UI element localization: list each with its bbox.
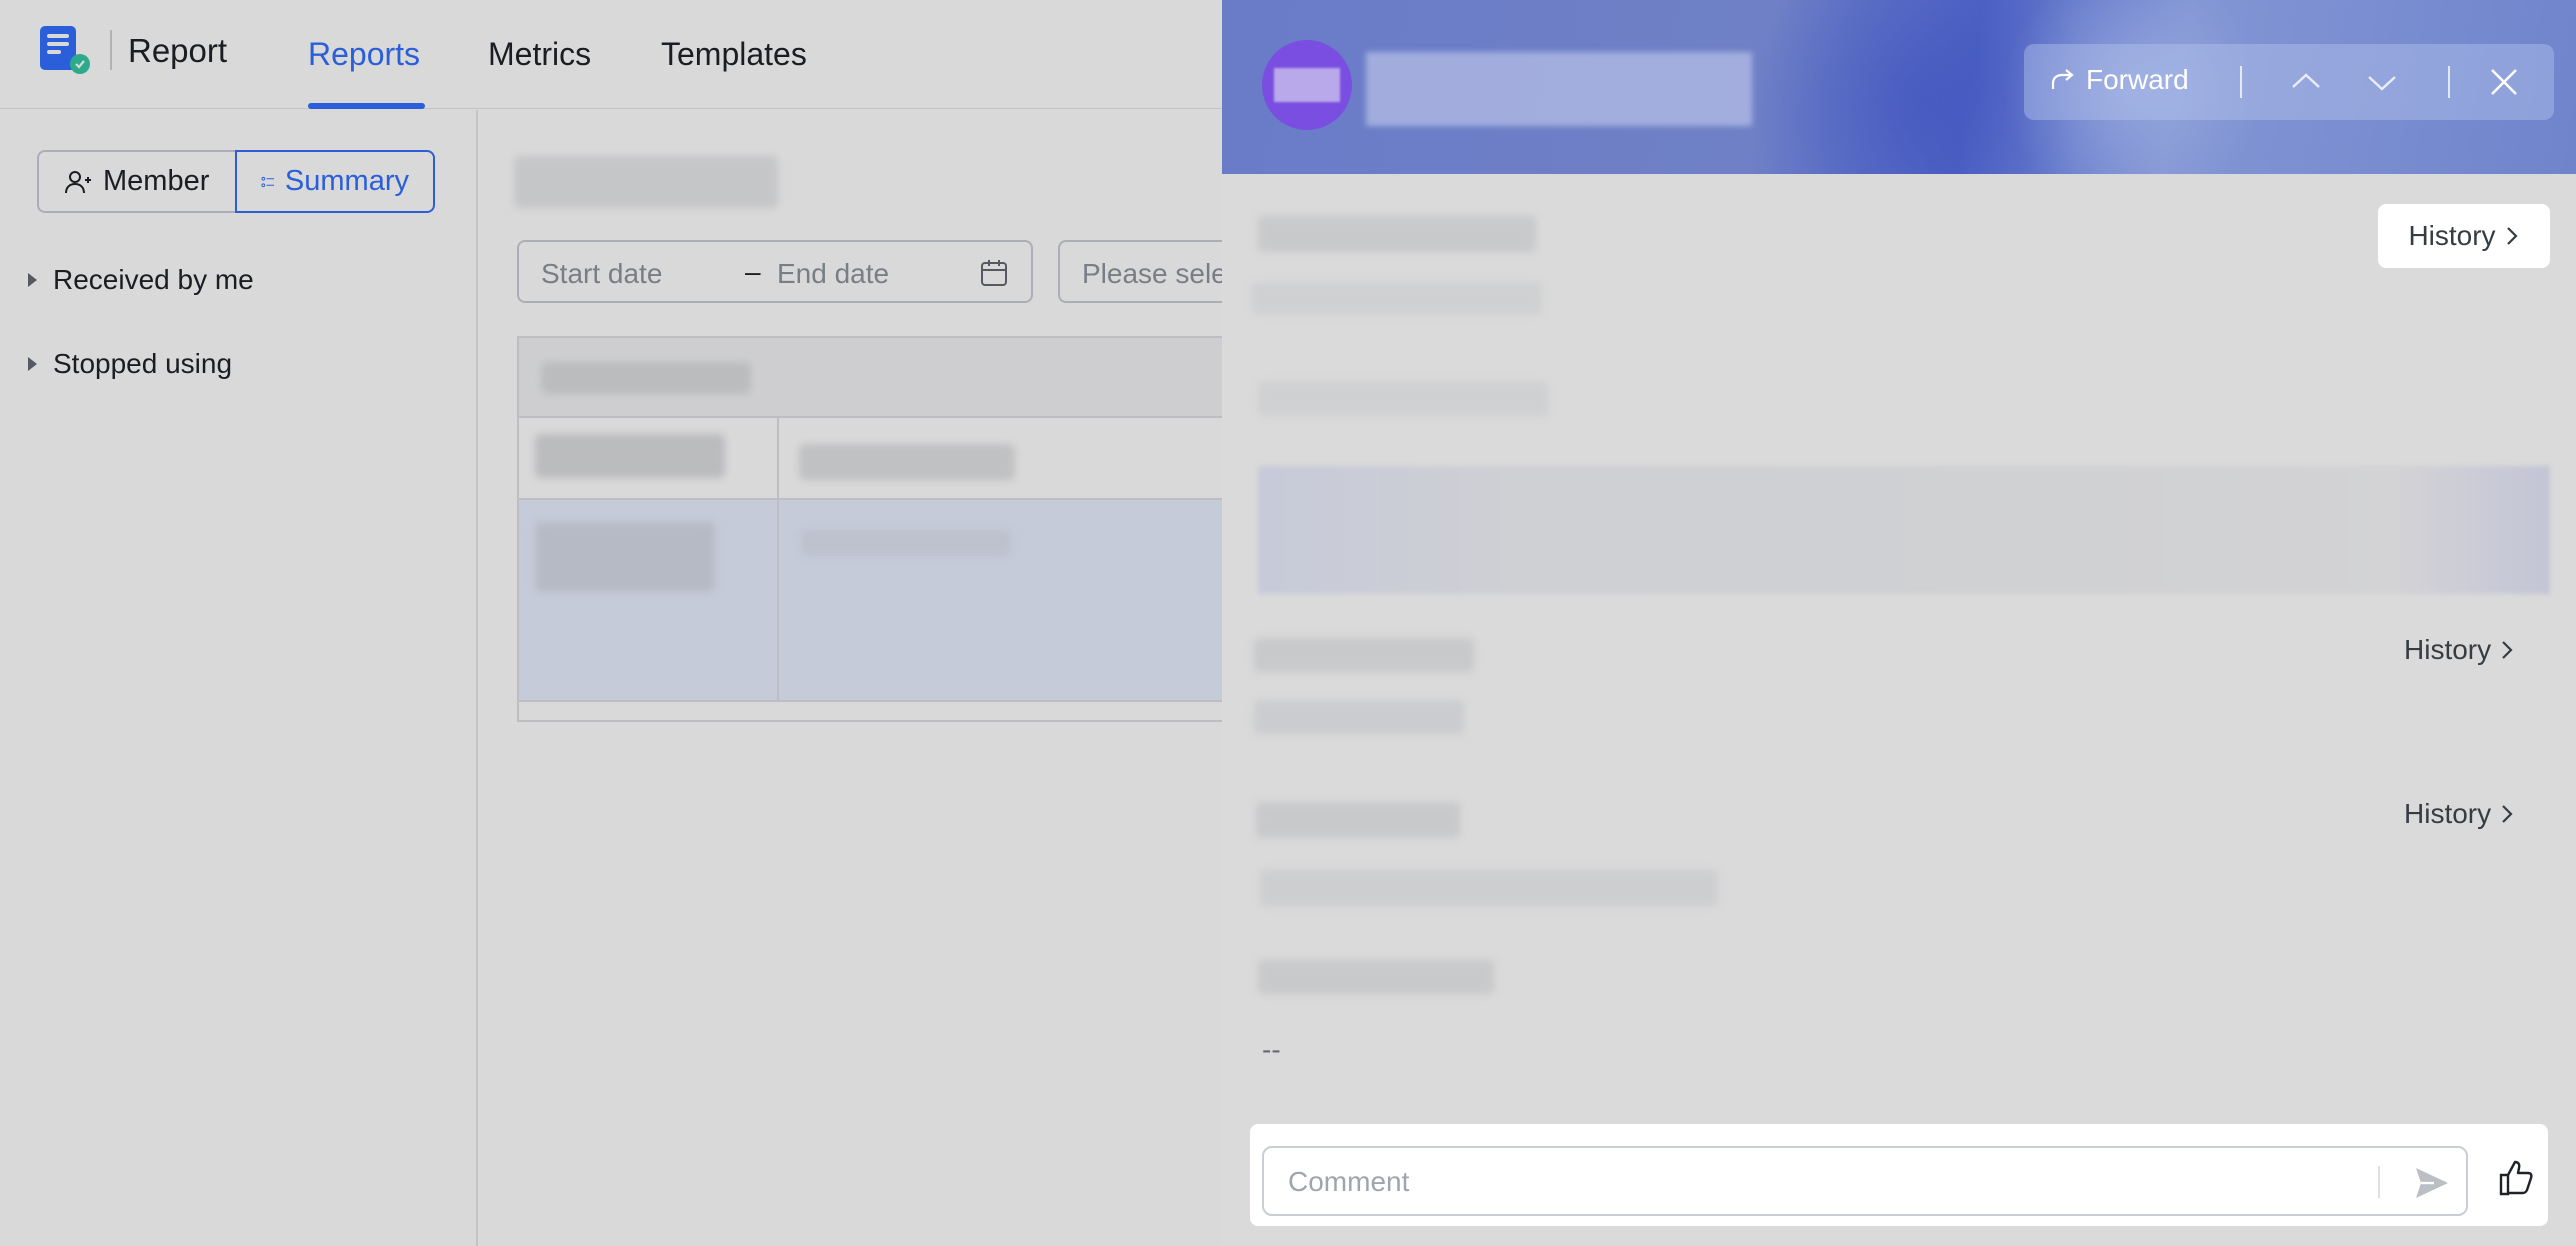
blurred-field-value	[1260, 870, 1718, 906]
history-button[interactable]: History	[2404, 634, 2515, 666]
blurred-field-value	[1254, 700, 1464, 734]
history-button[interactable]: History	[2404, 798, 2515, 830]
comment-bar: Comment	[1250, 1124, 2548, 1226]
forward-button[interactable]: Forward	[2050, 64, 2189, 96]
comment-placeholder: Comment	[1288, 1166, 1410, 1197]
drawer-toolbar: Forward	[2024, 44, 2554, 120]
share-arrow-icon	[2051, 69, 2074, 89]
blurred-image-banner	[1258, 466, 2550, 594]
blurred-author-name	[1366, 52, 1752, 126]
empty-value: --	[1262, 1034, 1281, 1065]
history-label: History	[2404, 798, 2492, 829]
toolbar-divider	[2448, 66, 2450, 98]
history-button[interactable]: History	[2378, 204, 2550, 268]
blurred-field-title	[1256, 802, 1460, 838]
comment-divider	[2378, 1166, 2380, 1198]
history-label: History	[2404, 634, 2492, 665]
comment-input[interactable]: Comment	[1262, 1146, 2468, 1216]
close-button[interactable]	[2484, 62, 2524, 102]
chevron-down-icon	[2368, 76, 2396, 91]
next-button[interactable]	[2362, 62, 2402, 102]
avatar	[1262, 40, 1352, 130]
thumbs-up-icon[interactable]	[2496, 1158, 2536, 1198]
blurred-field-title	[1258, 216, 1536, 252]
blurred-field-title	[1258, 960, 1494, 994]
toolbar-divider	[2240, 66, 2242, 98]
blurred-field-value	[1258, 382, 1548, 416]
history-label: History	[2408, 220, 2496, 251]
chevron-right-icon	[2502, 641, 2513, 659]
previous-button[interactable]	[2286, 62, 2326, 102]
drawer-header: Forward	[1222, 0, 2576, 174]
chevron-up-icon	[2292, 73, 2320, 88]
blurred-field-title	[1254, 638, 1474, 672]
chevron-right-icon	[2506, 227, 2518, 245]
blurred-field-value	[1252, 282, 1542, 314]
forward-label: Forward	[2086, 64, 2189, 95]
chevron-right-icon	[2502, 805, 2513, 823]
report-detail-drawer: Forward History History History -- Comme…	[1222, 0, 2576, 1246]
avatar-image	[1274, 68, 1340, 102]
drawer-body: History History History -- Comment	[1222, 174, 2576, 1246]
close-icon	[2491, 69, 2517, 95]
send-icon[interactable]	[2412, 1164, 2452, 1202]
